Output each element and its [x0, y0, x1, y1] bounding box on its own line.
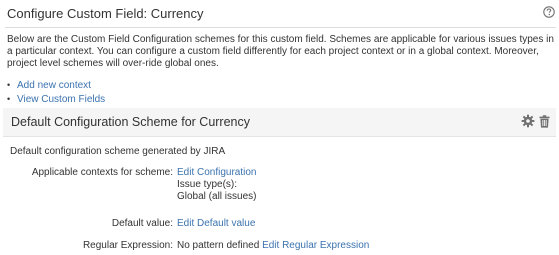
regex-value: No pattern defined Edit Regular Expressi…: [177, 240, 369, 252]
contexts-label: Applicable contexts for scheme:: [31, 167, 173, 178]
scheme-actions: [521, 114, 550, 133]
add-new-context-link[interactable]: Add new context: [17, 80, 91, 91]
regex-pattern-text: No pattern defined: [177, 240, 260, 251]
default-value-label: Default value:: [111, 218, 173, 229]
gear-icon[interactable]: [521, 114, 535, 133]
title-divider: [5, 27, 556, 28]
scheme-description: Default configuration scheme generated b…: [10, 146, 226, 157]
issue-types-label: Issue type(s):: [177, 179, 238, 191]
list-item: View Custom Fields: [7, 93, 105, 107]
page-title: Configure Custom Field: Currency: [7, 6, 204, 21]
contexts-value: Edit Configuration Issue type(s): Global…: [177, 167, 257, 204]
help-icon[interactable]: [543, 5, 555, 18]
edit-default-value-link[interactable]: Edit Default value: [177, 218, 255, 229]
view-custom-fields-link[interactable]: View Custom Fields: [17, 94, 105, 105]
list-item: Add new context: [7, 79, 105, 93]
issue-types-value: Global (all issues): [177, 191, 257, 203]
regex-label: Regular Expression:: [82, 240, 173, 251]
scheme-header: Default Configuration Scheme for Currenc…: [3, 108, 556, 137]
edit-regex-link[interactable]: Edit Regular Expression: [262, 240, 369, 251]
context-links: Add new context View Custom Fields: [7, 79, 105, 106]
page-description: Below are the Custom Field Configuration…: [7, 34, 554, 70]
default-value-value: Edit Default value: [177, 218, 255, 230]
scheme-title: Default Configuration Scheme for Currenc…: [11, 115, 251, 129]
edit-configuration-link[interactable]: Edit Configuration: [177, 167, 257, 178]
trash-icon[interactable]: [539, 114, 550, 133]
